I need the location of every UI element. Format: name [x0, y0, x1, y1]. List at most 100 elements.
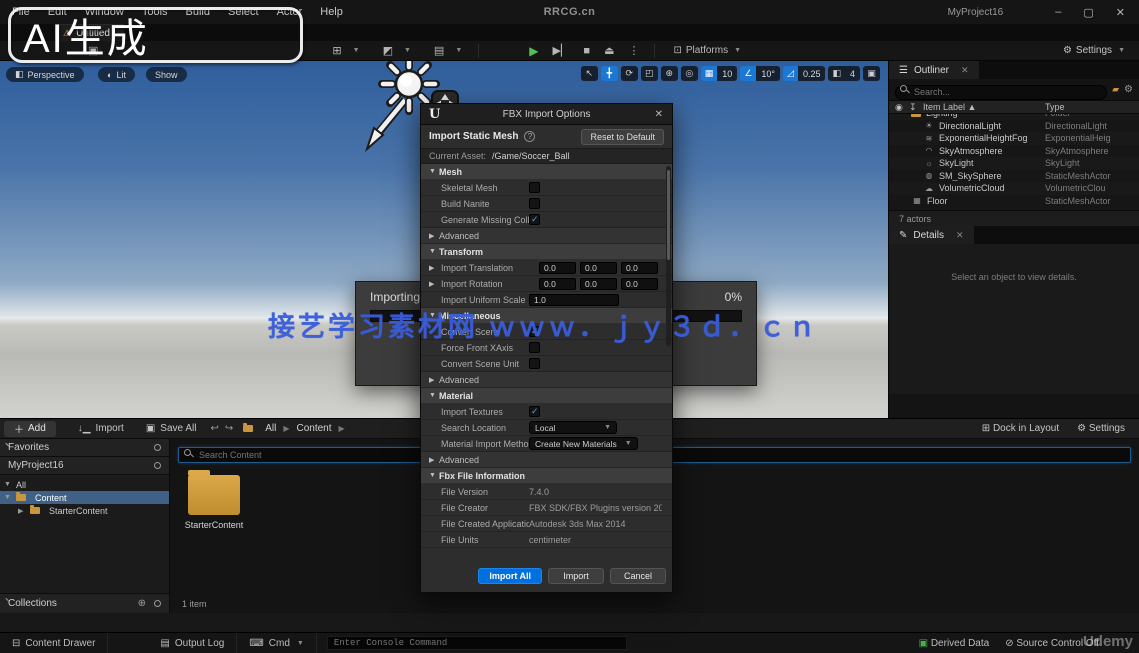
perspective-button[interactable]: ◧ Perspective [6, 67, 84, 82]
content-settings-button[interactable]: ⚙ Settings [1077, 423, 1125, 434]
rotation-z-field[interactable]: 0.0 [621, 278, 658, 290]
world-space-button[interactable]: ⊕ [661, 66, 678, 81]
blueprints-button[interactable]: ◩▼ [376, 44, 411, 57]
reset-to-default-button[interactable]: Reset to Default [581, 129, 664, 145]
advanced-misc-row[interactable]: ▶ Advanced [421, 372, 672, 388]
outliner-row-volumetric-cloud[interactable]: ☁ VolumetricCloud VolumetricClou [889, 182, 1139, 195]
advanced-mesh-row[interactable]: ▶ Advanced [421, 228, 672, 244]
tab-details[interactable]: ✎ Details ✕ [889, 226, 974, 244]
platforms-dropdown[interactable]: ⊡ Platforms ▼ [673, 45, 741, 56]
generate-missing-collision-checkbox[interactable] [529, 214, 540, 225]
visibility-column-icon[interactable]: ◉ [895, 102, 909, 113]
outliner-row-height-fog[interactable]: ≋ ExponentialHeightFog ExponentialHeig [889, 132, 1139, 145]
minimize-button[interactable]: – [1055, 6, 1061, 18]
outliner-row-sky-light[interactable]: ☼ SkyLight SkyLight [889, 157, 1139, 170]
move-tool-button[interactable]: ╋ [601, 66, 618, 81]
cancel-button[interactable]: Cancel [610, 568, 666, 584]
skip-button[interactable]: ▶▏ [552, 44, 569, 57]
close-icon[interactable]: ✕ [956, 230, 964, 241]
project-header[interactable]: MyProject16 [0, 457, 169, 475]
play-button[interactable]: ▶ [529, 44, 538, 58]
rotation-snap-control[interactable]: ∠ 10° [740, 66, 780, 81]
skeletal-mesh-checkbox[interactable] [529, 182, 540, 193]
uniform-scale-field[interactable]: 1.0 [529, 294, 619, 306]
import-all-button[interactable]: Import All [478, 568, 542, 584]
translation-z-field[interactable]: 0.0 [621, 262, 658, 274]
folder-filter-icon[interactable]: ▰ [1112, 84, 1119, 95]
surface-snap-button[interactable]: ◎ [681, 66, 698, 81]
section-miscellaneous[interactable]: ▼ Miscellaneous [421, 308, 672, 324]
convert-scene-unit-checkbox[interactable] [529, 358, 540, 369]
outliner-search-input[interactable] [895, 85, 1107, 100]
search-icon[interactable] [154, 444, 161, 451]
tab-outliner[interactable]: ☰ Outliner ✕ [889, 61, 979, 79]
pin-column-icon[interactable]: ↧ [909, 102, 923, 113]
dock-in-layout-button[interactable]: ⊞ Dock in Layout [982, 423, 1059, 434]
outliner-row-floor[interactable]: ▦ Floor StaticMeshActor [889, 195, 1139, 208]
rotation-y-field[interactable]: 0.0 [580, 278, 617, 290]
material-import-method-dropdown[interactable]: Create New Materials ▼ [529, 437, 638, 450]
translation-y-field[interactable]: 0.0 [580, 262, 617, 274]
tab-untitled[interactable]: ⚠ Untitled [55, 24, 124, 41]
add-collection-icon[interactable]: ⊕ [138, 598, 146, 609]
save-all-button[interactable]: ▣ Save All [146, 423, 197, 434]
collections-header[interactable]: Collections ⊕ [0, 593, 169, 613]
help-icon[interactable]: ? [524, 131, 535, 142]
build-nanite-checkbox[interactable] [529, 198, 540, 209]
translation-x-field[interactable]: 0.0 [539, 262, 576, 274]
force-front-xaxis-checkbox[interactable] [529, 342, 540, 353]
play-options-icon[interactable]: ⋮ [628, 44, 639, 57]
cmd-dropdown[interactable]: ⌨ Cmd ▼ [237, 633, 317, 653]
tree-item-starter-content[interactable]: ▶ StarterContent [0, 504, 169, 517]
convert-scene-checkbox[interactable] [529, 326, 540, 337]
section-transform[interactable]: ▼ Transform [421, 244, 672, 260]
scale-tool-button[interactable]: ◰ [641, 66, 658, 81]
select-tool-button[interactable]: ↖ [581, 66, 598, 81]
dialog-scrollbar[interactable] [666, 166, 671, 346]
dialog-title-bar[interactable]: U FBX Import Options ✕ [421, 104, 672, 125]
import-textures-checkbox[interactable] [529, 406, 540, 417]
close-icon[interactable]: ✕ [646, 109, 672, 120]
cinematics-button[interactable]: ▤▼ [427, 44, 462, 57]
console-command-input[interactable] [328, 637, 626, 649]
source-control-button[interactable]: ⊘ Source Control Off [1005, 638, 1099, 649]
settings-dropdown[interactable]: ⚙ Settings ▼ [1063, 45, 1125, 56]
console-command-box[interactable] [327, 636, 627, 650]
breadcrumb-content[interactable]: Content [297, 423, 332, 434]
content-drawer-button[interactable]: ⊟ Content Drawer [0, 633, 108, 653]
scale-snap-control[interactable]: ◿ 0.25 [783, 66, 825, 81]
back-icon[interactable]: ↩ [210, 423, 218, 434]
section-material[interactable]: ▼ Material [421, 388, 672, 404]
outliner-row-sky-atmosphere[interactable]: ◠ SkyAtmosphere SkyAtmosphere [889, 145, 1139, 158]
close-button[interactable]: ✕ [1116, 6, 1125, 19]
section-mesh[interactable]: ▼ Mesh [421, 164, 672, 180]
tree-item-content[interactable]: ▼ Content [0, 491, 169, 504]
outliner-row-sky-sphere[interactable]: ◍ SM_SkySphere StaticMeshActor [889, 170, 1139, 183]
grid-snap-control[interactable]: ▦ 10 [701, 66, 738, 81]
lit-mode-button[interactable]: ◐ Lit [98, 67, 135, 82]
show-button[interactable]: Show [146, 67, 187, 82]
stop-button[interactable]: ■ [583, 45, 590, 57]
rotate-tool-button[interactable]: ⟳ [621, 66, 638, 81]
outliner-search[interactable] [895, 82, 1107, 97]
section-fbx-file-information[interactable]: ▼ Fbx File Information [421, 468, 672, 484]
add-actor-button[interactable]: ⊞▼ [325, 44, 359, 57]
tree-item-all[interactable]: ▼ All [0, 478, 169, 491]
forward-icon[interactable]: ↪ [225, 423, 233, 434]
breadcrumb-all[interactable]: All [265, 423, 276, 434]
item-label-column[interactable]: Item Label ▲ [923, 102, 976, 112]
import-button[interactable]: ↓▁ Import [78, 423, 124, 434]
add-button[interactable]: ＋ Add [4, 421, 56, 437]
advanced-material-row[interactable]: ▶ Advanced [421, 452, 672, 468]
derived-data-button[interactable]: ▣ Derived Data [919, 638, 990, 649]
search-location-dropdown[interactable]: Local ▼ [529, 421, 617, 434]
favorites-header[interactable]: Favorites [0, 439, 169, 457]
outliner-row-directional-light[interactable]: ☀ DirectionalLight DirectionalLight [889, 120, 1139, 133]
type-column[interactable]: Type [1045, 102, 1133, 112]
import-button[interactable]: Import [548, 568, 604, 584]
output-log-button[interactable]: ▤ Output Log [148, 633, 237, 653]
rotation-x-field[interactable]: 0.0 [539, 278, 576, 290]
close-icon[interactable]: ✕ [961, 65, 969, 76]
maximize-viewport-button[interactable]: ▣ [863, 66, 880, 81]
search-icon[interactable] [154, 600, 161, 607]
